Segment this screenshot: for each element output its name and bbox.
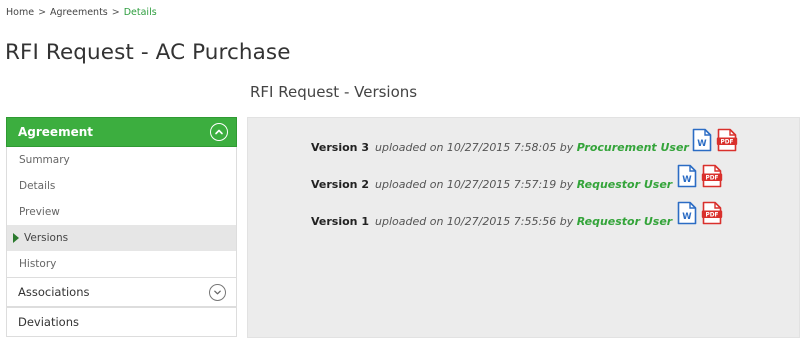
section-title: RFI Request - Versions — [250, 83, 418, 101]
active-marker-icon — [13, 233, 19, 243]
sidebar-item-label: Versions — [24, 232, 69, 244]
breadcrumb: Home > Agreements > Details — [6, 7, 157, 18]
sidebar-deviations-label: Deviations — [18, 315, 79, 329]
svg-text:PDF: PDF — [720, 140, 733, 146]
sidebar-deviations[interactable]: Deviations — [6, 307, 237, 337]
word-doc-icon[interactable]: W — [676, 164, 698, 188]
pdf-doc-icon[interactable]: PDF — [716, 128, 738, 152]
version-user-link[interactable]: Procurement User — [577, 141, 689, 154]
version-user-link[interactable]: Requestor User — [577, 178, 673, 191]
chevron-up-circle-icon[interactable] — [210, 123, 228, 141]
sidebar-agreement-header[interactable]: Agreement — [6, 117, 237, 147]
version-label: Version 3 — [311, 141, 369, 154]
svg-text:W: W — [682, 212, 692, 222]
svg-text:PDF: PDF — [705, 176, 718, 182]
breadcrumb-agreements[interactable]: Agreements — [50, 7, 108, 18]
sidebar-item-preview[interactable]: Preview — [7, 199, 236, 225]
version-icons: W PDF — [676, 201, 723, 225]
version-upload-text: uploaded on 10/27/2015 7:57:19 by — [375, 178, 574, 191]
sidebar-agreement-submenu: Summary Details Preview Versions History — [6, 147, 237, 277]
version-row: Version 3 uploaded on 10/27/2015 7:58:05… — [311, 141, 689, 154]
word-doc-icon[interactable]: W — [691, 128, 713, 152]
version-row: Version 1 uploaded on 10/27/2015 7:55:56… — [311, 215, 672, 228]
version-user-link[interactable]: Requestor User — [577, 215, 673, 228]
svg-text:W: W — [682, 175, 692, 185]
version-icons: W PDF — [691, 128, 738, 152]
version-upload-text: uploaded on 10/27/2015 7:55:56 by — [375, 215, 574, 228]
sidebar-associations[interactable]: Associations — [6, 277, 237, 307]
sidebar-item-label: Preview — [19, 206, 60, 218]
pdf-doc-icon[interactable]: PDF — [701, 164, 723, 188]
breadcrumb-separator: > — [111, 7, 120, 18]
sidebar-item-versions[interactable]: Versions — [7, 225, 236, 251]
breadcrumb-separator: > — [38, 7, 47, 18]
svg-text:PDF: PDF — [705, 213, 718, 219]
version-label: Version 1 — [311, 215, 369, 228]
version-label: Version 2 — [311, 178, 369, 191]
sidebar-item-history[interactable]: History — [7, 251, 236, 277]
word-doc-icon[interactable]: W — [676, 201, 698, 225]
sidebar-item-details[interactable]: Details — [7, 173, 236, 199]
sidebar-item-summary[interactable]: Summary — [7, 147, 236, 173]
sidebar: Agreement Summary Details Preview Versio… — [6, 117, 237, 338]
page-title: RFI Request - AC Purchase — [5, 40, 291, 65]
version-row: Version 2 uploaded on 10/27/2015 7:57:19… — [311, 178, 672, 191]
sidebar-item-label: Summary — [19, 154, 70, 166]
versions-panel: Version 3 uploaded on 10/27/2015 7:58:05… — [247, 117, 800, 338]
breadcrumb-details: Details — [123, 7, 157, 18]
version-upload-text: uploaded on 10/27/2015 7:58:05 by — [375, 141, 574, 154]
sidebar-item-label: Details — [19, 180, 56, 192]
svg-text:W: W — [697, 139, 707, 149]
pdf-doc-icon[interactable]: PDF — [701, 201, 723, 225]
sidebar-agreement-label: Agreement — [18, 125, 93, 139]
chevron-down-circle-icon[interactable] — [209, 283, 226, 301]
breadcrumb-home[interactable]: Home — [6, 7, 34, 18]
sidebar-item-label: History — [19, 258, 57, 270]
sidebar-associations-label: Associations — [18, 285, 90, 299]
version-icons: W PDF — [676, 164, 723, 188]
